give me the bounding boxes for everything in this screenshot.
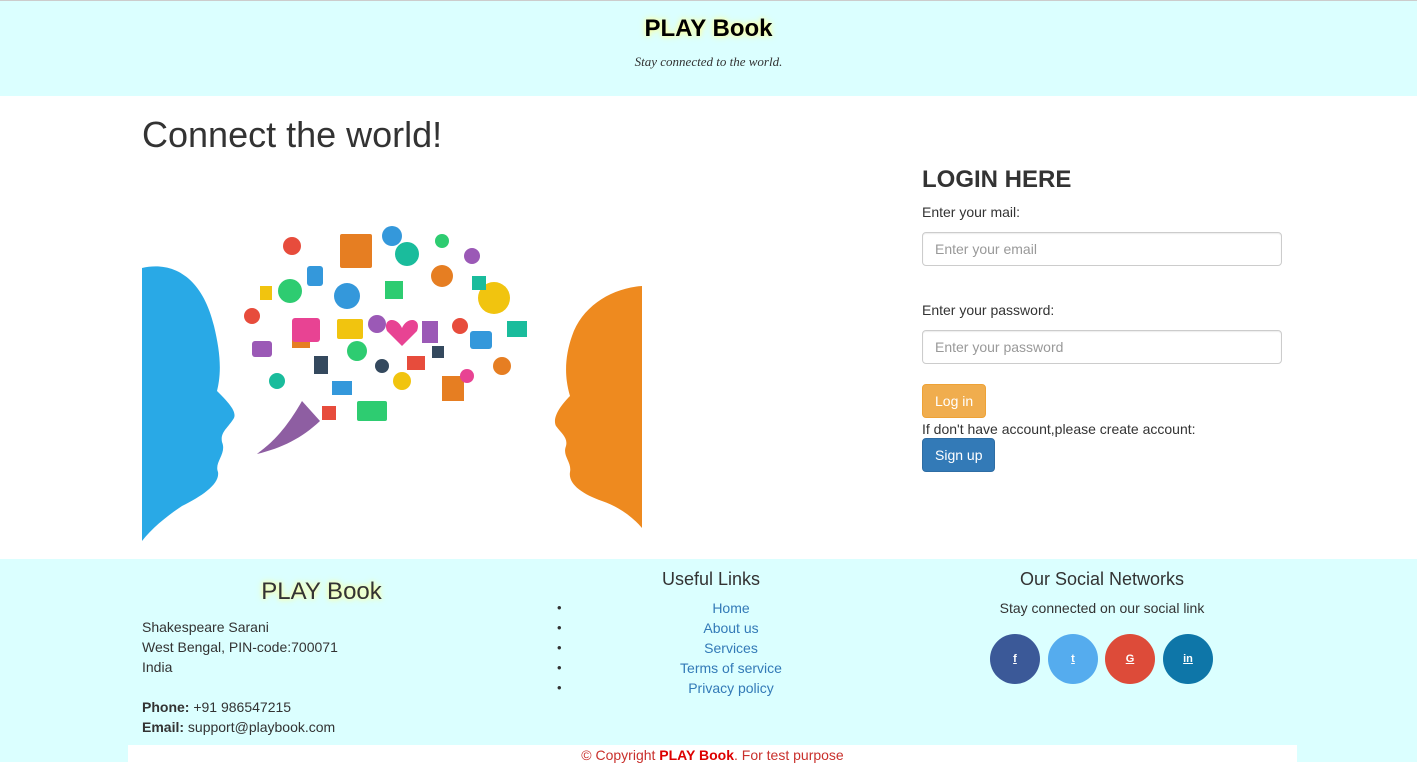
phone-label: Phone: — [142, 699, 190, 715]
list-item: Privacy policy — [557, 678, 901, 698]
facebook-icon[interactable]: f — [990, 634, 1040, 684]
link-about-us[interactable]: About us — [703, 620, 758, 636]
footer-phone: Phone: +91 986547215 — [142, 697, 338, 717]
email-field[interactable] — [922, 232, 1282, 266]
list-item: Terms of service — [557, 658, 901, 678]
useful-links-list: Home About us Services Terms of service … — [557, 598, 901, 698]
list-item: Services — [557, 638, 901, 658]
twitter-icon[interactable]: t — [1048, 634, 1098, 684]
link-home[interactable]: Home — [712, 600, 749, 616]
address-line-1: Shakespeare Sarani — [142, 619, 269, 635]
footer-email: Email: support@playbook.com — [142, 717, 338, 737]
social-subtitle: Stay connected on our social link — [999, 600, 1205, 616]
copyright-brand: PLAY Book — [659, 747, 734, 763]
site-footer: PLAY Book Shakespeare Sarani West Bengal… — [0, 559, 1417, 762]
email-label: Enter your mail: — [922, 204, 1021, 220]
link-terms-of-service[interactable]: Terms of service — [680, 660, 782, 676]
phone-value: +91 986547215 — [193, 699, 292, 715]
link-privacy-policy[interactable]: Privacy policy — [688, 680, 774, 696]
email-label-footer: Email: — [142, 719, 185, 735]
site-title: PLAY Book — [644, 15, 773, 42]
social-title: Our Social Networks — [1019, 569, 1185, 589]
page-headline: Connect the world! — [142, 114, 443, 155]
copyright-bar: © Copyright PLAY Book. For test purpose — [128, 745, 1297, 763]
copyright-suffix: . For test purpose — [734, 747, 844, 763]
signup-button[interactable]: Sign up — [922, 438, 996, 472]
linkedin-icon[interactable]: in — [1163, 634, 1213, 684]
footer-brand: PLAY Book — [261, 578, 382, 605]
link-services[interactable]: Services — [704, 640, 758, 656]
copyright-prefix: © Copyright — [581, 747, 660, 763]
password-label: Enter your password: — [922, 302, 1055, 318]
useful-links-title: Useful Links — [661, 569, 761, 589]
email-value: support@playbook.com — [187, 719, 336, 735]
speech-bubble-icons-illustration — [142, 226, 642, 541]
password-field[interactable] — [922, 330, 1282, 364]
footer-address: Shakespeare Sarani West Bengal, PIN-code… — [142, 617, 338, 737]
login-title: LOGIN HERE — [922, 166, 1072, 193]
list-item: About us — [557, 618, 901, 638]
address-line-2: West Bengal, PIN-code:700071 — [142, 639, 338, 655]
login-button[interactable]: Log in — [922, 384, 987, 418]
signup-note: If don't have account,please create acco… — [922, 421, 1196, 437]
site-tagline: Stay connected to the world. — [634, 54, 783, 69]
google-plus-icon[interactable]: G — [1105, 634, 1155, 684]
address-line-3: India — [142, 659, 173, 675]
list-item: Home — [557, 598, 901, 618]
site-header: PLAY Book Stay connected to the world. — [0, 1, 1417, 96]
